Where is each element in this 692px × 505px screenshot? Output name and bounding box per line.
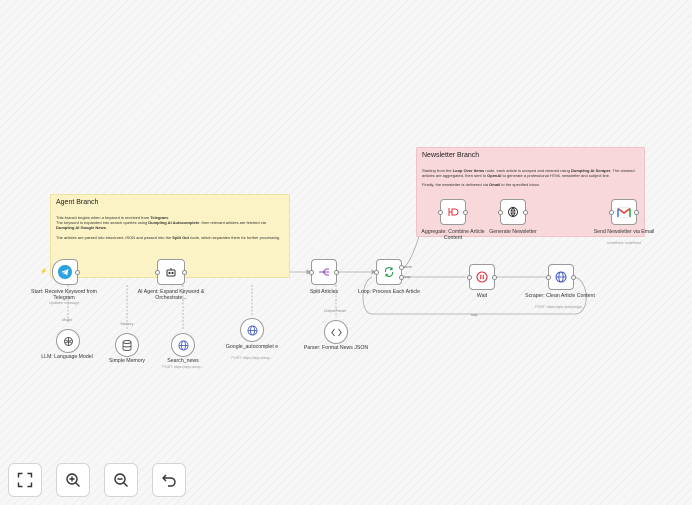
sticky-title: Agent Branch xyxy=(56,199,99,206)
globe-icon xyxy=(247,325,257,335)
fit-view-icon xyxy=(17,472,33,488)
node-parser[interactable] xyxy=(324,320,348,344)
edge-label-done: done xyxy=(404,265,412,269)
output-port[interactable] xyxy=(634,210,639,215)
node-search-news[interactable] xyxy=(171,333,195,357)
node-label: Send Newsletter via Email xyxy=(593,229,655,235)
node-sublabel: Updates: message xyxy=(49,301,79,305)
brain-icon xyxy=(63,336,73,346)
node-memory[interactable] xyxy=(115,333,139,357)
gmail-icon xyxy=(617,206,631,218)
node-scraper[interactable] xyxy=(546,264,576,290)
input-port[interactable] xyxy=(498,210,503,215)
globe-icon xyxy=(178,340,188,350)
node-label: Parser: Format News JSON xyxy=(303,345,369,351)
node-label: Google_autocomplet e xyxy=(225,344,279,350)
node-send-gmail[interactable] xyxy=(609,199,639,225)
input-port[interactable] xyxy=(374,270,379,275)
openai-icon xyxy=(508,206,518,218)
node-sublabel: POST: https://app.dump... xyxy=(231,356,273,360)
connector-tag: Model xyxy=(62,318,72,322)
input-port[interactable] xyxy=(309,270,314,275)
sticky-body: Starting from the Loop Over Items node, … xyxy=(422,168,635,188)
undo-button[interactable] xyxy=(152,463,186,497)
sticky-title: Newsletter Branch xyxy=(422,152,480,159)
output-port[interactable] xyxy=(75,270,80,275)
zoom-in-icon xyxy=(66,473,80,487)
node-label: Scraper: Clean Article Content xyxy=(525,293,595,299)
node-label: Wait xyxy=(476,293,488,299)
node-label: Generate Newsletter xyxy=(489,229,537,235)
workflow-canvas[interactable]: Agent Branch This branch begins when a k… xyxy=(0,0,692,505)
zoom-out-button[interactable] xyxy=(104,463,138,497)
telegram-icon xyxy=(58,265,72,279)
edge-label-loop: loop xyxy=(404,275,411,279)
node-loop[interactable] xyxy=(374,259,404,285)
node-label: Split Articles xyxy=(309,289,339,295)
node-start-telegram[interactable] xyxy=(52,259,80,285)
database-icon xyxy=(122,339,132,351)
connector-tag: Memory xyxy=(120,322,134,326)
node-aggregate[interactable] xyxy=(438,199,468,225)
node-google-autocomplete[interactable] xyxy=(240,318,264,342)
zoom-out-icon xyxy=(114,473,128,487)
input-port[interactable] xyxy=(467,275,472,280)
pause-icon xyxy=(476,271,488,283)
node-ai-agent[interactable] xyxy=(155,259,187,285)
node-label: Search_news xyxy=(167,358,199,364)
split-icon xyxy=(319,268,329,276)
node-label: Start: Receive Keyword from Telegram xyxy=(30,289,98,301)
node-sublabel: POST: https://app.dump... xyxy=(162,365,204,369)
input-port[interactable] xyxy=(438,210,443,215)
input-port[interactable] xyxy=(546,275,551,280)
robot-icon xyxy=(166,268,176,277)
output-port[interactable] xyxy=(571,275,576,280)
input-port[interactable] xyxy=(609,210,614,215)
output-port[interactable] xyxy=(334,270,339,275)
input-port[interactable] xyxy=(155,270,160,275)
loop-icon xyxy=(384,267,394,277)
trigger-bolt-icon: ⚡ xyxy=(40,269,48,275)
output-port[interactable] xyxy=(492,275,497,280)
edge-label-loop-back: loop xyxy=(471,313,478,317)
output-port[interactable] xyxy=(182,270,187,275)
output-port[interactable] xyxy=(523,210,528,215)
node-generate-newsletter[interactable] xyxy=(498,199,528,225)
globe-icon xyxy=(555,271,567,283)
undo-icon xyxy=(162,474,176,487)
node-llm[interactable] xyxy=(56,329,80,353)
node-wait[interactable] xyxy=(467,264,497,290)
aggregate-icon xyxy=(448,208,459,216)
code-icon xyxy=(330,328,342,336)
node-label: Loop: Process Each Article xyxy=(358,289,420,295)
output-port[interactable] xyxy=(463,210,468,215)
node-split-articles[interactable] xyxy=(309,259,339,285)
node-label: AI Agent: Expand Keyword & Orchestrate..… xyxy=(137,289,205,301)
zoom-in-button[interactable] xyxy=(56,463,90,497)
connector-tag: Output Parser xyxy=(323,309,347,313)
node-sublabel: POST: https://app.dumplingai... xyxy=(535,305,585,309)
fit-view-button[interactable] xyxy=(8,463,42,497)
node-sublabel: undefined: undefined xyxy=(607,241,641,245)
sticky-body: This branch begins when a keyword is rec… xyxy=(56,215,281,240)
